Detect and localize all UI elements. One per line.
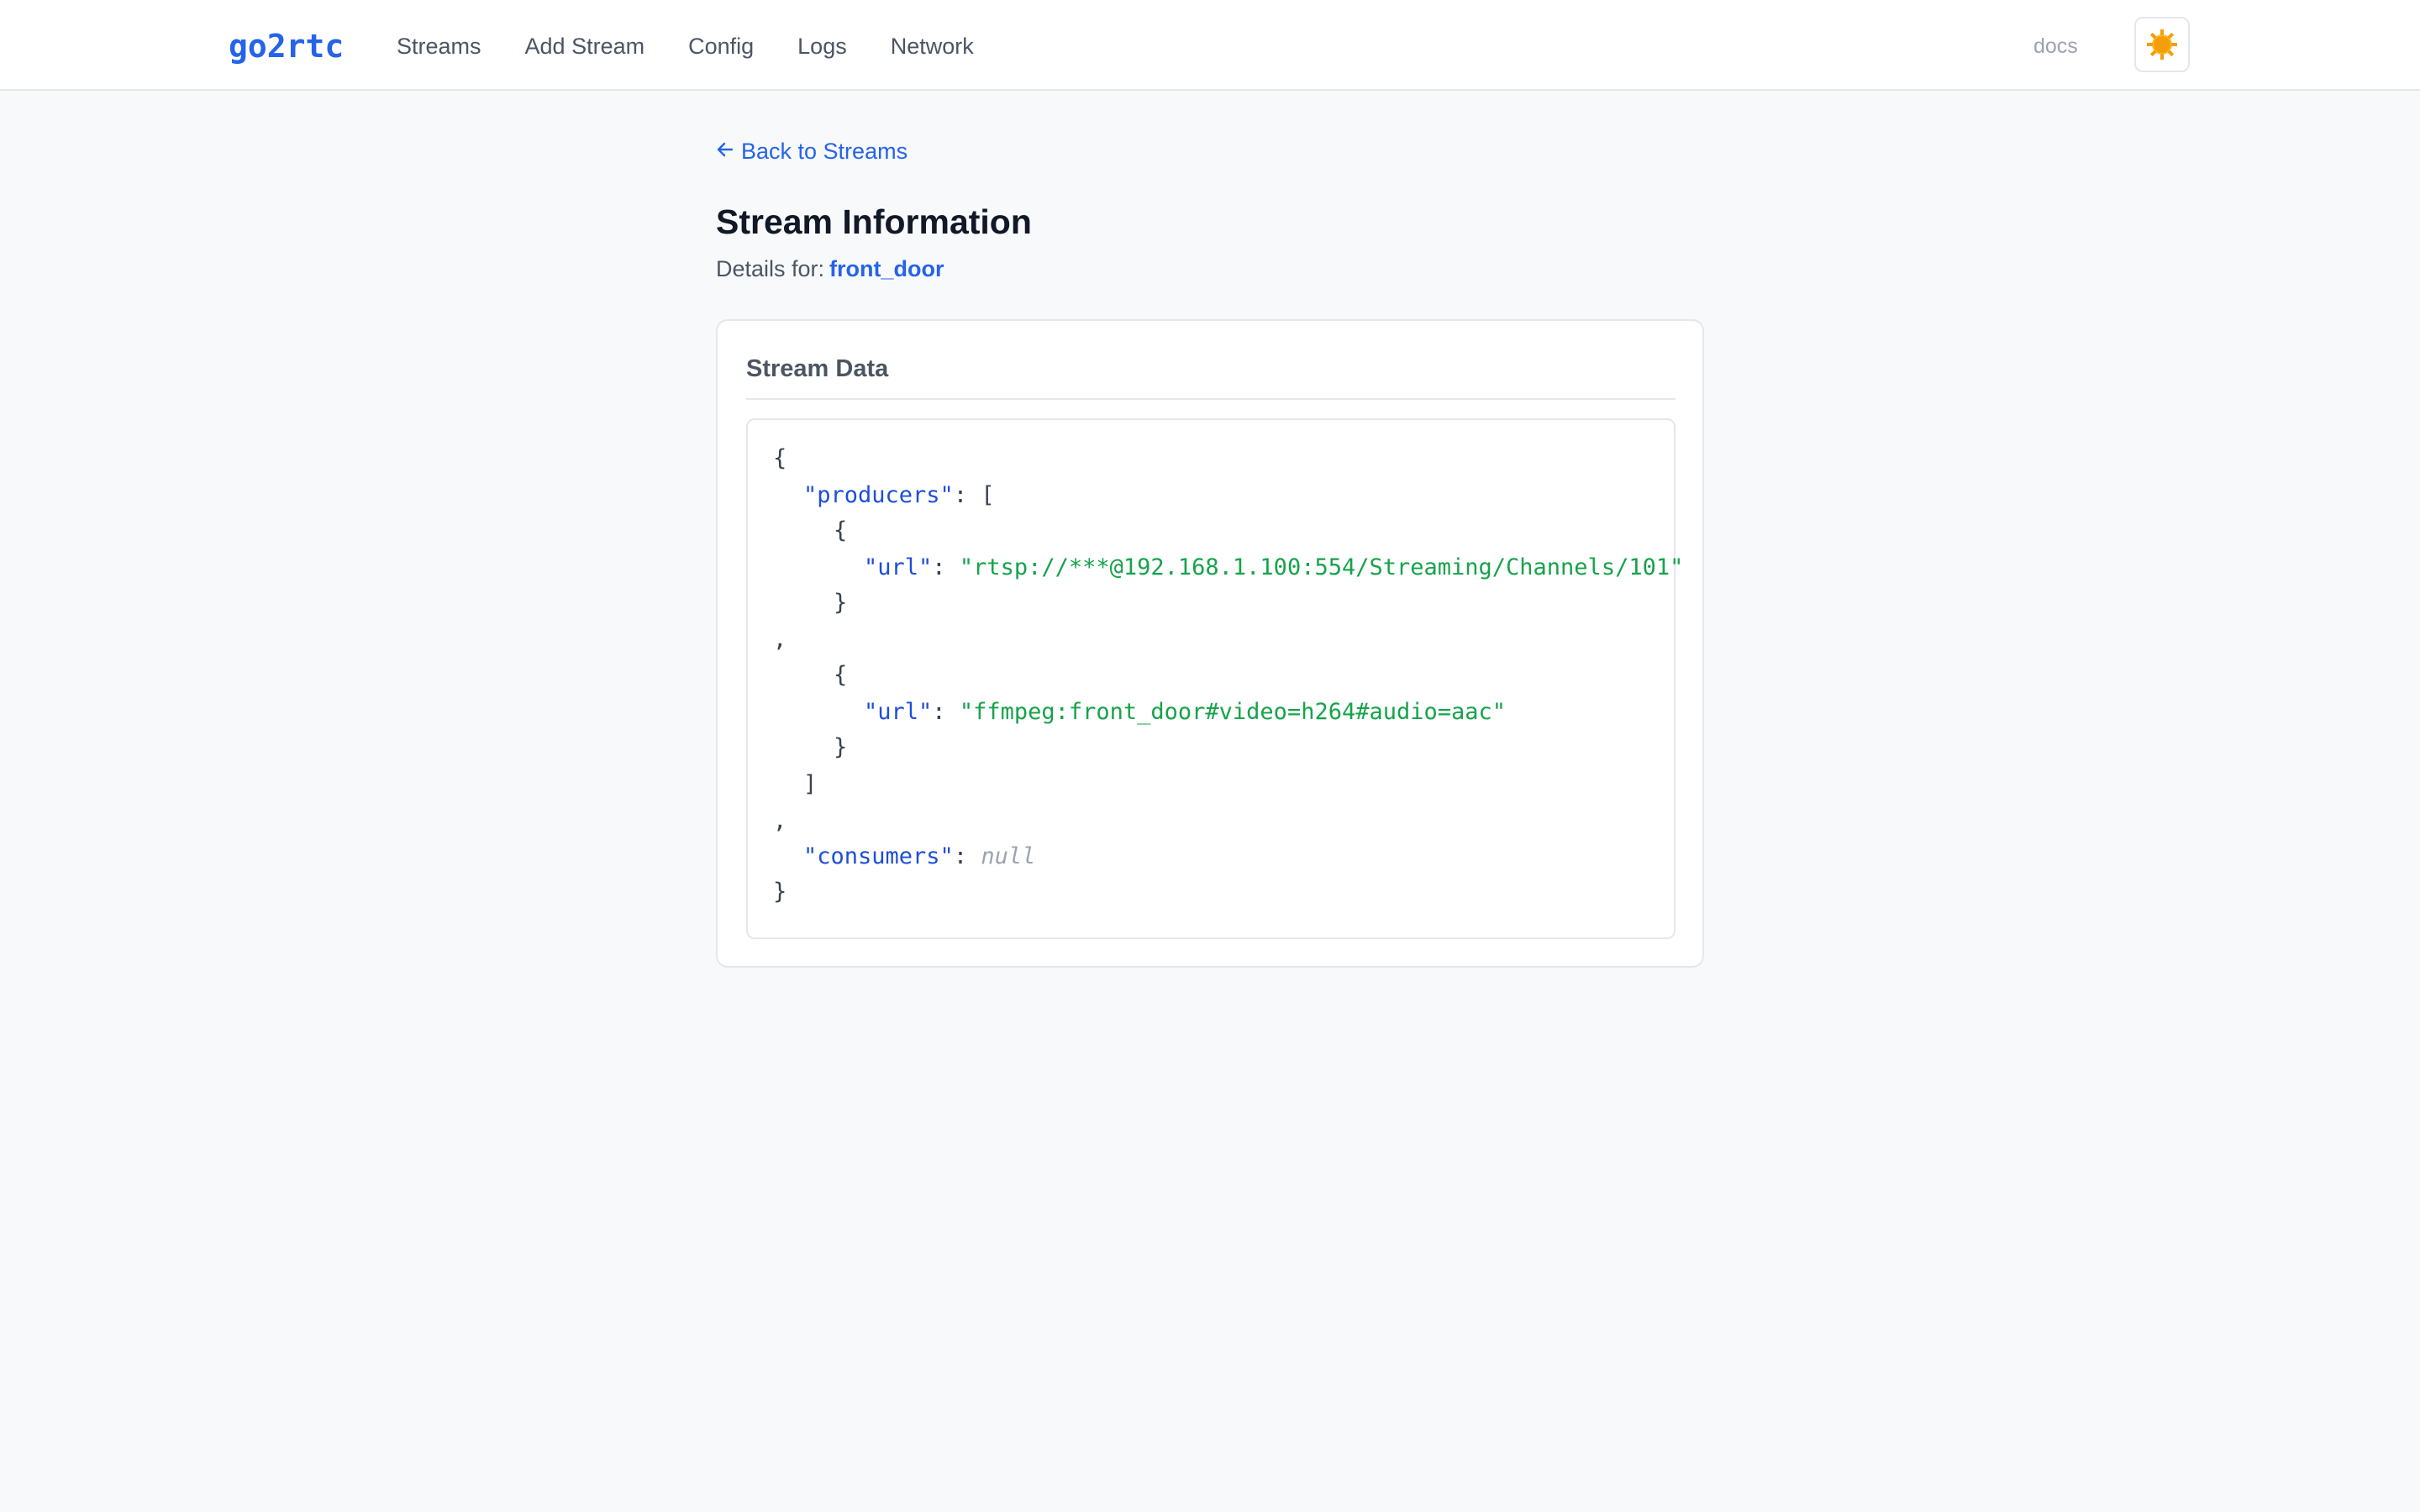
json-punctuation: , [773,627,787,653]
card-title: Stream Data [746,355,889,382]
nav-config[interactable]: Config [688,25,754,67]
json-string-value: "rtsp://***@192.168.1.100:554/Streaming/… [959,554,1684,580]
nav-add-stream[interactable]: Add Stream [525,25,645,67]
back-to-streams-link[interactable]: Back to Streams [716,136,908,166]
json-punctuation: { [834,517,848,543]
json-punctuation: } [773,879,787,905]
json-punctuation: : [953,843,968,869]
json-key: "url" [864,554,933,580]
json-string-value: "ffmpeg:front_door#video=h264#audio=aac" [959,699,1507,725]
theme-toggle-button[interactable] [2134,17,2190,72]
json-punctuation: } [834,590,848,616]
page-title: Stream Information [716,202,1032,241]
json-punctuation: : [932,699,946,725]
arrow-left-icon [716,136,734,166]
nav-logs[interactable]: Logs [797,25,847,67]
json-line: , [773,806,786,837]
json-line: { [773,444,786,474]
json-line: "url": "rtsp://***@192.168.1.100:554/Str… [864,553,1683,583]
json-key: "consumers" [803,843,954,869]
stream-details-line: Details for: front_door [716,254,944,284]
json-line: } [773,877,786,907]
json-line: "producers": [ [803,480,995,511]
docs-link[interactable]: docs [2033,25,2078,67]
back-link-label: Back to Streams [741,139,908,164]
app-logo[interactable]: go2rtc [229,25,344,67]
json-punctuation: , [773,808,787,834]
json-key: "url" [864,699,933,725]
json-punctuation: { [834,662,848,688]
json-line: } [834,732,847,763]
main-nav: Streams Add Stream Config Logs Network [397,25,1018,67]
json-line: "consumers": null [803,842,1035,872]
json-punctuation: ] [803,771,818,797]
json-line: { [834,516,847,546]
json-punctuation: : [953,482,968,508]
json-line: } [834,588,847,618]
json-punctuation: : [932,554,946,580]
json-line: , [773,625,786,655]
json-line: "url": "ffmpeg:front_door#video=h264#aud… [864,697,1506,727]
card-divider [746,398,1676,400]
nav-streams[interactable]: Streams [397,25,481,67]
details-prefix: Details for: [716,256,825,281]
sun-icon [2147,29,2177,60]
json-punctuation: } [834,734,848,760]
nav-network[interactable]: Network [891,25,974,67]
json-punctuation: [ [981,482,995,508]
json-punctuation: { [773,445,787,471]
json-viewer: { "producers": [ { "url": "rtsp://***@19… [746,418,1683,939]
json-line: { [834,660,847,690]
top-header: go2rtc Streams Add Stream Config Logs Ne… [0,0,2420,91]
stream-data-card: Stream Data { "producers": [ { "url": "r… [716,319,1704,968]
json-null-value: null [981,843,1036,869]
stream-name: front_door [829,256,944,281]
json-key: "producers" [803,482,954,508]
json-line: ] [803,769,817,800]
